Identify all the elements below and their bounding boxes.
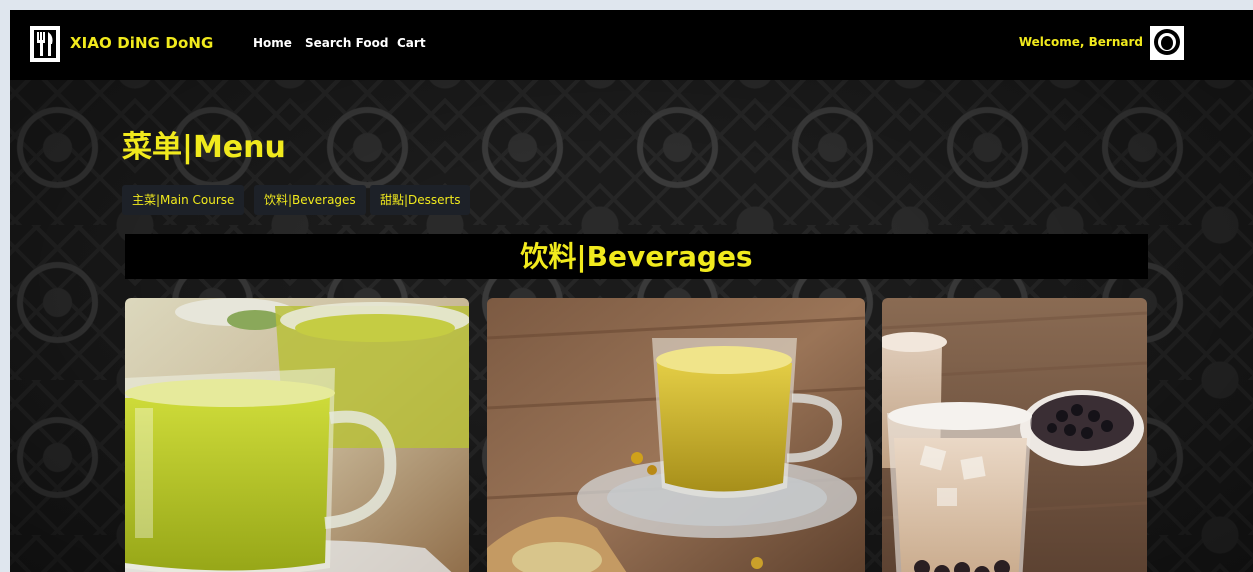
nav-link-cart[interactable]: Cart [397, 36, 426, 50]
beverage-card-bubble-tea[interactable] [882, 298, 1147, 572]
nav-link-search-food[interactable]: Search Food [305, 36, 388, 50]
beverage-card-chrysanthemum-tea[interactable] [487, 298, 865, 572]
fork-knife-icon[interactable] [30, 26, 60, 62]
nav-link-home[interactable]: Home [253, 36, 292, 50]
page: XIAO DiNG DoNG Home Search Food Cart Wel… [10, 10, 1253, 572]
chrysanthemum-tea-image [487, 298, 865, 572]
tab-desserts[interactable]: 甜點|Desserts [370, 185, 471, 215]
brand-name[interactable]: XIAO DiNG DoNG [70, 34, 213, 52]
welcome-text: Welcome, Bernard [1018, 35, 1143, 49]
bubble-tea-image [882, 298, 1147, 572]
user-avatar-icon[interactable] [1150, 26, 1184, 60]
section-title: 饮料|Beverages [520, 240, 753, 273]
section-banner: 饮料|Beverages [125, 234, 1148, 279]
tab-main-course[interactable]: 主菜|Main Course [122, 185, 245, 215]
beverage-card-green-tea[interactable] [125, 298, 469, 572]
tab-beverages[interactable]: 饮料|Beverages [254, 185, 366, 215]
menu-title: 菜单|Menu [122, 130, 286, 165]
top-navbar: XIAO DiNG DoNG Home Search Food Cart Wel… [10, 10, 1253, 80]
green-tea-image [125, 298, 469, 572]
